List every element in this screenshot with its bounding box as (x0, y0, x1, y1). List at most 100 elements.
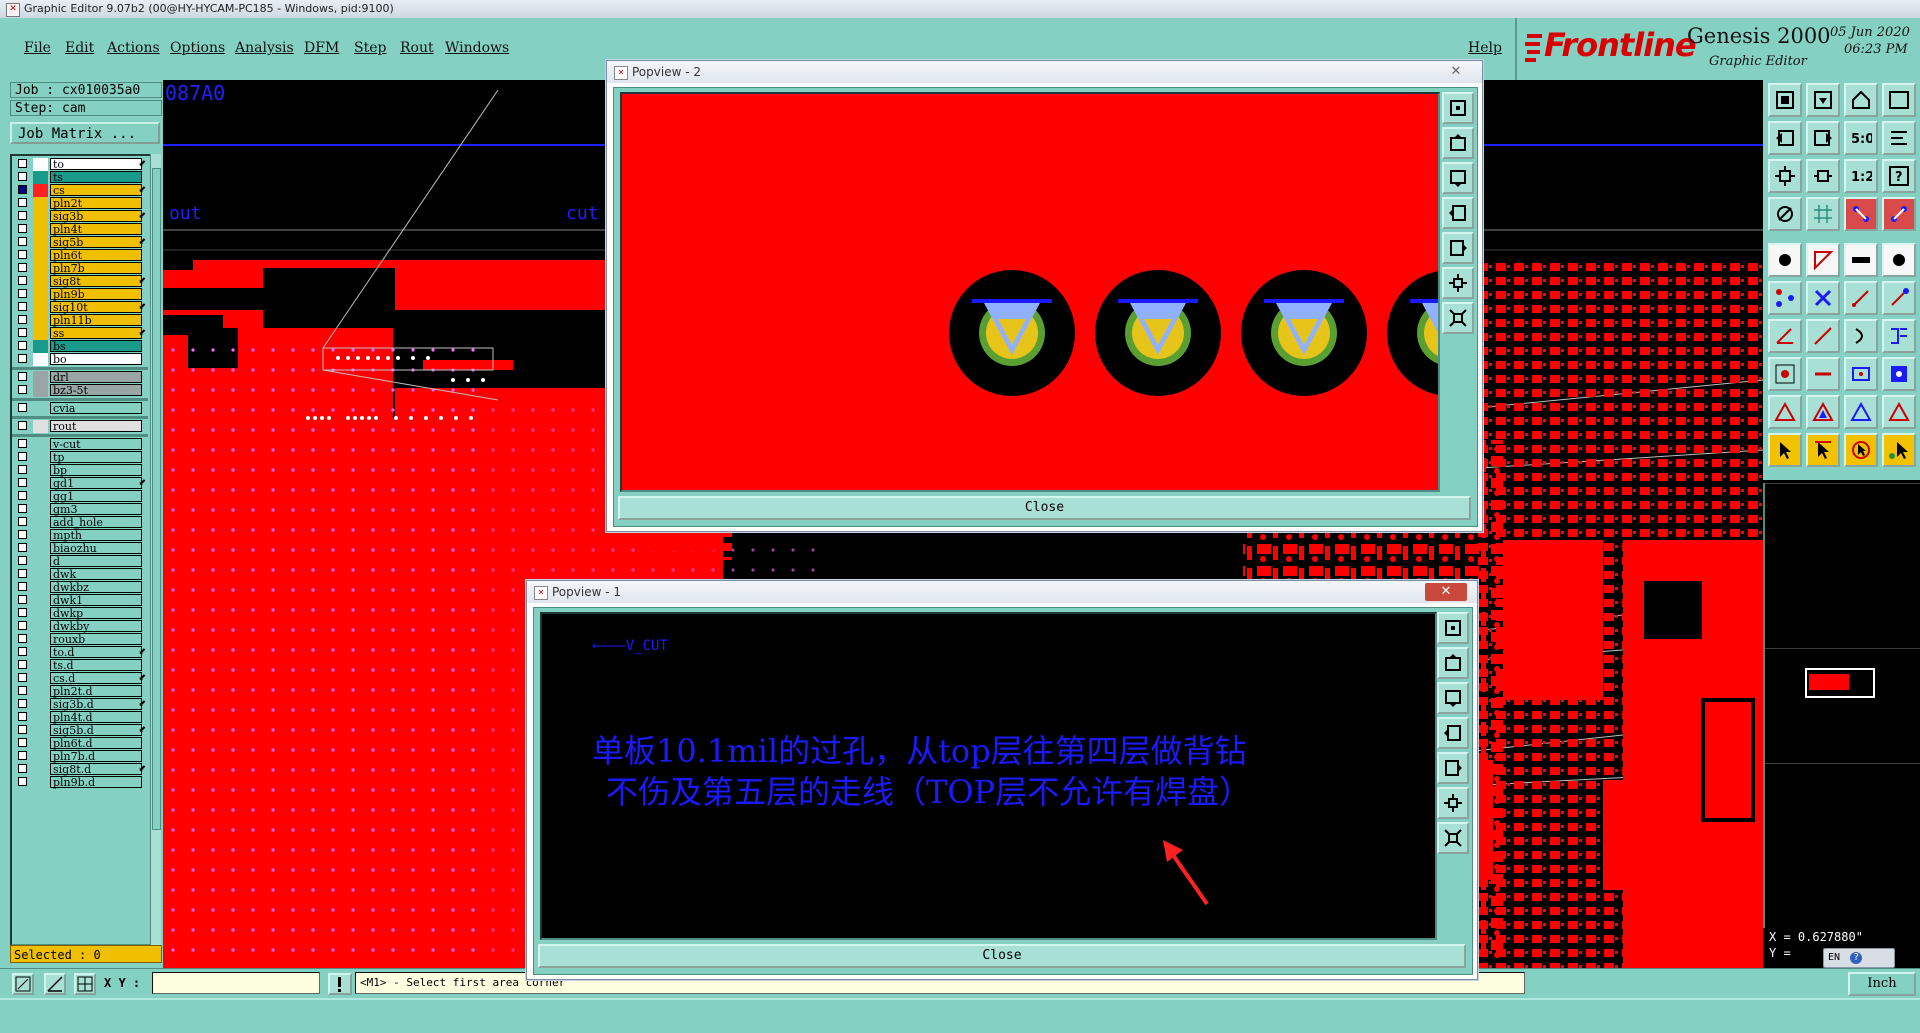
layer-name[interactable]: bs (50, 340, 142, 353)
layer-color-swatch[interactable] (33, 620, 48, 633)
layer-row[interactable]: bo (12, 353, 148, 366)
layer-row[interactable]: pln7b (12, 262, 148, 275)
layer-checkbox[interactable] (18, 751, 27, 760)
layer-color-swatch[interactable] (33, 301, 48, 314)
tool-component-icon[interactable] (1882, 357, 1916, 391)
layer-checkbox[interactable] (18, 712, 27, 721)
layer-row[interactable]: bz3-5t (12, 384, 148, 397)
grid-toggle-icon[interactable] (74, 973, 96, 995)
layer-color-swatch[interactable] (33, 420, 48, 433)
layer-checkbox[interactable] (18, 621, 27, 630)
tool-triangle-2-icon[interactable] (1806, 395, 1840, 429)
layer-color-swatch[interactable] (33, 236, 48, 249)
popview-2-close-button[interactable]: Close (618, 496, 1471, 520)
layer-checkbox[interactable] (18, 224, 27, 233)
layer-checkbox[interactable] (18, 439, 27, 448)
layer-name[interactable]: ts (50, 171, 142, 184)
pv2-fit-icon[interactable] (1442, 92, 1474, 124)
tool-slash-icon[interactable] (1806, 319, 1840, 353)
layer-name[interactable]: tp (50, 451, 142, 464)
layer-color-swatch[interactable] (33, 371, 48, 384)
layer-name[interactable]: biaozhu (50, 542, 142, 555)
layer-row[interactable]: rouxb (12, 633, 148, 646)
layer-name[interactable]: ss (50, 327, 142, 340)
layer-name[interactable]: sig3b (50, 210, 142, 223)
layer-name[interactable]: dwkby (50, 620, 142, 633)
warning-icon[interactable] (328, 973, 352, 995)
tool-pad-move-icon[interactable] (1768, 357, 1802, 391)
popview-2-titlebar[interactable]: ✕ Popview - 2 ✕ (607, 61, 1482, 83)
tool-arc-icon[interactable] (1844, 319, 1878, 353)
tool-net-highlight-icon[interactable] (1882, 197, 1916, 231)
layer-row[interactable]: gg1 (12, 490, 148, 503)
layer-color-swatch[interactable] (33, 262, 48, 275)
pv2-zoom-in-icon[interactable] (1442, 267, 1474, 299)
layer-checkbox[interactable] (18, 198, 27, 207)
layer-color-swatch[interactable] (33, 171, 48, 184)
layer-color-swatch[interactable] (33, 223, 48, 236)
layer-row[interactable]: pln2t.d (12, 685, 148, 698)
layer-checkbox[interactable] (18, 543, 27, 552)
tool-pointer-edit-icon[interactable] (1806, 433, 1840, 467)
layer-row[interactable]: sig3b ⬋ (12, 210, 148, 223)
layer-checkbox[interactable] (18, 341, 27, 350)
layer-name[interactable]: dwkp (50, 607, 142, 620)
pv2-right-icon[interactable] (1442, 232, 1474, 264)
mini-map[interactable] (1763, 483, 1920, 938)
pv1-zoom-in-icon[interactable] (1437, 787, 1469, 819)
layer-row[interactable]: cs.d ⬋ (12, 672, 148, 685)
layer-color-swatch[interactable] (33, 464, 48, 477)
layer-color-swatch[interactable] (33, 776, 48, 789)
layer-name[interactable]: to (50, 158, 142, 171)
layer-checkbox[interactable] (18, 608, 27, 617)
layer-color-swatch[interactable] (33, 249, 48, 262)
layer-checkbox[interactable] (18, 738, 27, 747)
layer-name[interactable]: pln6t.d (50, 737, 142, 750)
layer-checkbox[interactable] (18, 403, 27, 412)
layer-row[interactable]: dwkby (12, 620, 148, 633)
layer-row[interactable]: mpth (12, 529, 148, 542)
layer-row[interactable]: pln6t (12, 249, 148, 262)
menu-actions[interactable]: Actions (107, 40, 160, 56)
tool-triangle-4-icon[interactable] (1882, 395, 1916, 429)
layer-name[interactable]: bo (50, 353, 142, 366)
tool-frame-icon[interactable] (1844, 357, 1878, 391)
layer-checkbox[interactable] (18, 328, 27, 337)
layer-color-swatch[interactable] (33, 340, 48, 353)
layer-checkbox[interactable] (18, 517, 27, 526)
layer-name[interactable]: dwkbz (50, 581, 142, 594)
layer-name[interactable]: drl (50, 371, 142, 384)
layer-color-swatch[interactable] (33, 158, 48, 171)
layer-name[interactable]: sig10t (50, 301, 142, 314)
tool-pointer-circle-icon[interactable] (1844, 433, 1878, 467)
layer-color-swatch[interactable] (33, 568, 48, 581)
xy-input[interactable] (152, 972, 320, 994)
layer-row[interactable]: to.d ⬋ (12, 646, 148, 659)
layer-name[interactable]: pln2t.d (50, 685, 142, 698)
layer-checkbox[interactable] (18, 478, 27, 487)
pv1-fit-icon[interactable] (1437, 612, 1469, 644)
layer-checkbox[interactable] (18, 452, 27, 461)
popview-2-window[interactable]: ✕ Popview - 2 ✕ Close (606, 60, 1483, 532)
layer-checkbox[interactable] (18, 647, 27, 656)
tool-home-icon[interactable] (1844, 83, 1878, 117)
unit-button[interactable]: Inch (1848, 972, 1916, 996)
layer-name[interactable]: cs.d (50, 672, 142, 685)
popview-2-view[interactable] (620, 92, 1440, 492)
layer-checkbox[interactable] (18, 686, 27, 695)
tool-pan-left-icon[interactable] (1768, 121, 1802, 155)
layer-color-swatch[interactable] (33, 607, 48, 620)
layer-row[interactable]: drl (12, 371, 148, 384)
layer-checkbox[interactable] (18, 276, 27, 285)
layer-checkbox[interactable] (18, 582, 27, 591)
menu-file[interactable]: File (24, 40, 51, 56)
tool-triangle-1-icon[interactable] (1768, 395, 1802, 429)
zoom-area-icon[interactable] (12, 973, 34, 995)
layer-checkbox[interactable] (18, 172, 27, 181)
layer-name[interactable]: pln11b (50, 314, 142, 327)
layer-color-swatch[interactable] (33, 672, 48, 685)
menu-options[interactable]: Options (170, 40, 225, 56)
tool-angle-icon[interactable] (1768, 319, 1802, 353)
pv2-up-icon[interactable] (1442, 127, 1474, 159)
layer-color-swatch[interactable] (33, 314, 48, 327)
